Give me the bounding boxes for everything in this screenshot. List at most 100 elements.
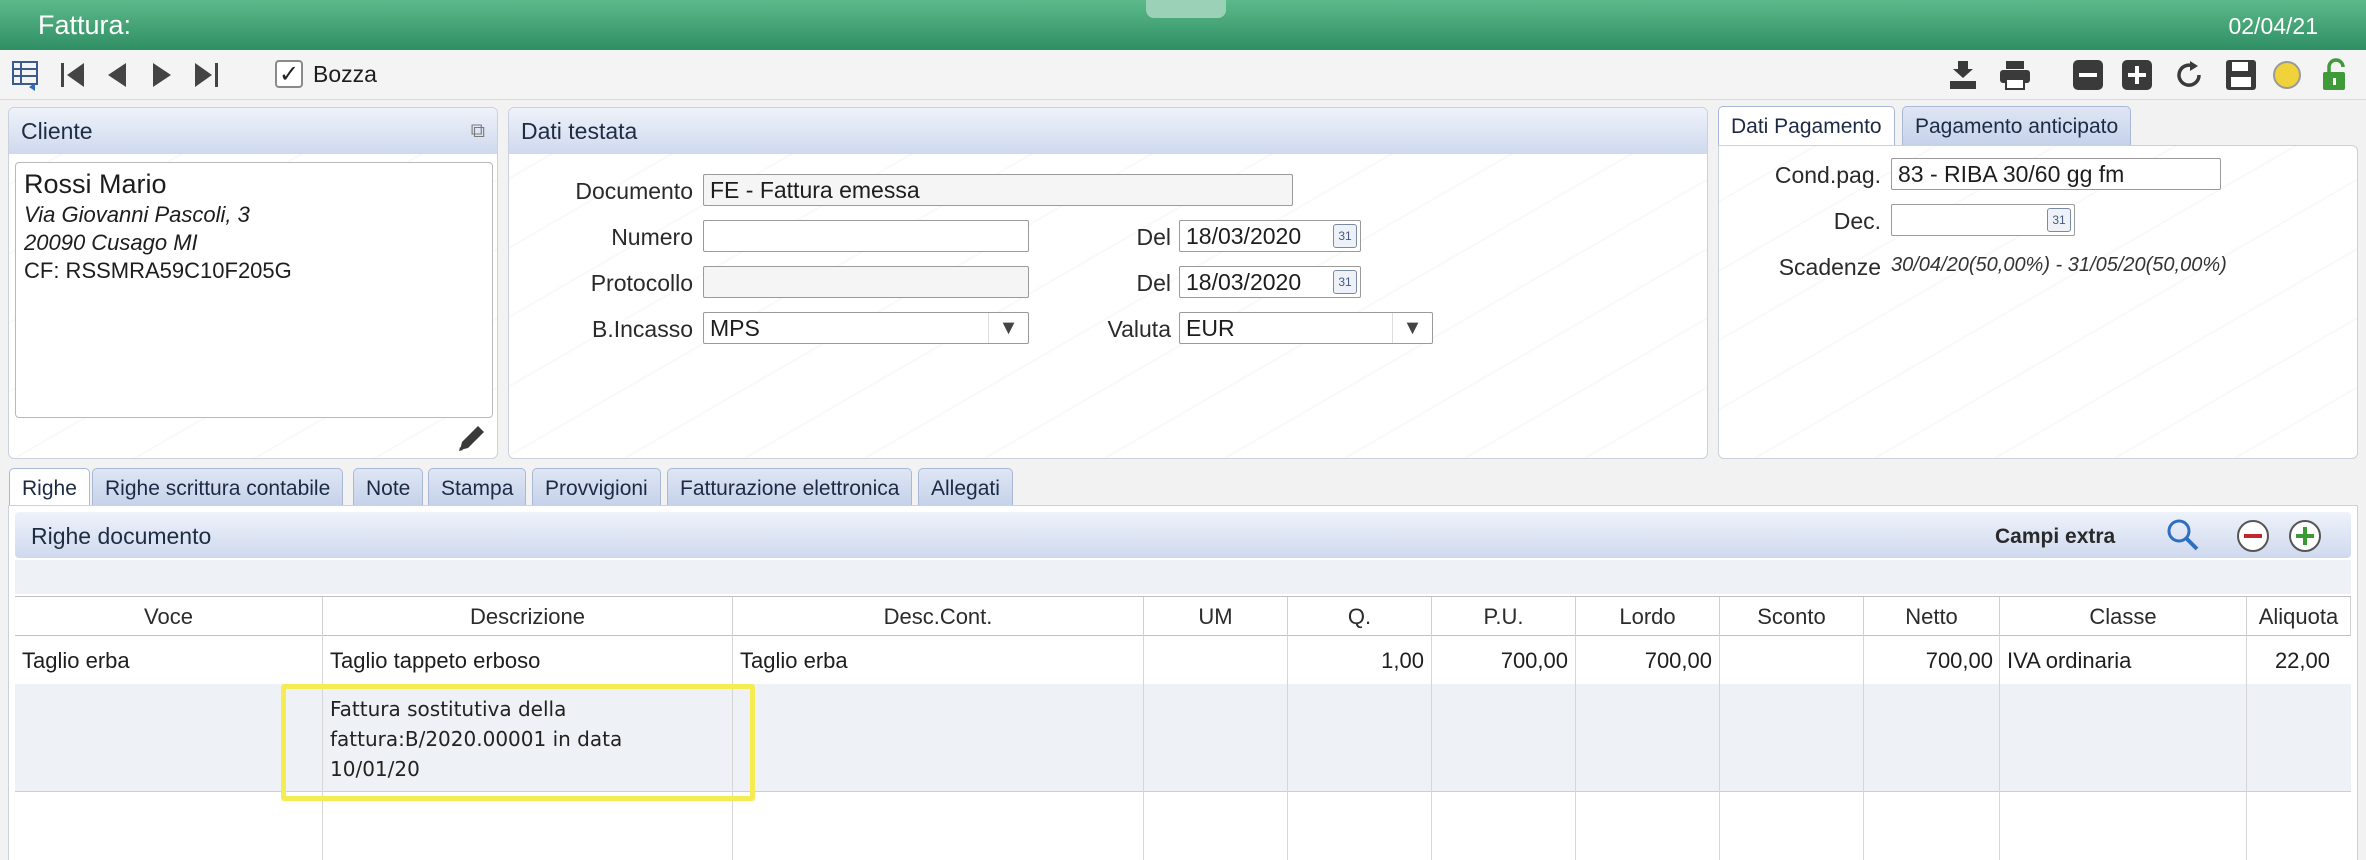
cond-pag-label: Cond.pag. <box>1774 162 1881 188</box>
first-record-icon[interactable] <box>54 56 92 94</box>
window-date: 02/04/21 <box>2228 13 2318 39</box>
tab-pagamento-anticipato[interactable]: Pagamento anticipato <box>1902 106 2132 146</box>
calendar-icon[interactable]: 31 <box>2047 208 2071 232</box>
protocollo-label: Protocollo <box>590 270 693 296</box>
numero-del-value: 18/03/2020 <box>1186 223 1302 249</box>
calendar-icon[interactable]: 31 <box>1333 224 1357 248</box>
tab-dati-pagamento[interactable]: Dati Pagamento <box>1718 106 1895 146</box>
edit-pencil-icon[interactable] <box>454 420 490 458</box>
col-um[interactable]: UM <box>1144 597 1288 637</box>
status-indicator-icon[interactable] <box>2268 56 2306 94</box>
incasso-select[interactable]: MPS ▼ <box>703 312 1029 344</box>
dati-testata-panel: Dati testata Documento FE - Fattura emes… <box>508 107 1708 459</box>
cliente-header: Cliente ⧉ <box>9 108 497 154</box>
col-desc-cont[interactable]: Desc.Cont. <box>733 597 1144 637</box>
tab-stampa[interactable]: Stampa <box>428 468 527 506</box>
numero-del-label: Del <box>1136 224 1171 250</box>
protocollo-field[interactable] <box>703 266 1029 298</box>
tab-allegati[interactable]: Allegati <box>918 468 1013 506</box>
cliente-address-line2: 20090 Cusago MI <box>24 230 198 255</box>
chevron-down-icon[interactable]: ▼ <box>1392 313 1432 343</box>
valuta-label: Valuta <box>1107 316 1171 342</box>
valuta-value: EUR <box>1186 315 1235 341</box>
next-record-icon[interactable] <box>143 56 181 94</box>
remove-row-icon[interactable] <box>2235 518 2271 559</box>
title-bar: Fattura: 02/04/21 <box>0 0 2366 50</box>
tab-note[interactable]: Note <box>353 468 424 506</box>
search-icon[interactable] <box>2165 517 2201 558</box>
dec-label: Dec. <box>1833 208 1881 234</box>
protocollo-del-date-field[interactable]: 18/03/2020 31 <box>1179 266 1361 298</box>
cell-aliquota: 22,00 <box>2274 648 2330 673</box>
numero-label: Numero <box>611 224 693 250</box>
col-prezzo-unitario[interactable]: P.U. <box>1432 597 1576 637</box>
col-aliquota[interactable]: Aliquota <box>2247 597 2351 637</box>
scadenze-label: Scadenze <box>1778 254 1881 280</box>
archive-download-icon[interactable] <box>1944 56 1982 94</box>
list-view-icon[interactable] <box>8 56 46 94</box>
link-icon[interactable]: ⧉ <box>471 120 485 143</box>
add-row-icon[interactable] <box>2287 518 2323 559</box>
tab-fatturazione-elettronica[interactable]: Fatturazione elettronica <box>667 468 913 506</box>
unlock-icon[interactable] <box>2316 56 2354 94</box>
documento-label: Documento <box>575 178 693 204</box>
valuta-select[interactable]: EUR ▼ <box>1179 312 1433 344</box>
scadenze-value: 30/04/20(50,00%) - 31/05/20(50,00%) <box>1891 254 2227 276</box>
tab-righe[interactable]: Righe <box>9 468 90 506</box>
documento-value: FE - Fattura emessa <box>710 177 920 203</box>
col-classe[interactable]: Classe <box>2000 597 2247 637</box>
add-record-icon[interactable] <box>2118 56 2156 94</box>
cliente-address-line1: Via Giovanni Pascoli, 3 <box>24 202 250 227</box>
print-icon[interactable] <box>1996 56 2034 94</box>
dati-testata-title: Dati testata <box>521 118 638 144</box>
documento-field[interactable]: FE - Fattura emessa <box>703 174 1293 206</box>
calendar-icon[interactable]: 31 <box>1333 270 1357 294</box>
save-icon[interactable] <box>2222 56 2260 94</box>
righe-header: Righe documento Campi extra <box>15 512 2351 558</box>
col-voce[interactable]: Voce <box>15 597 323 637</box>
campi-extra-link[interactable]: Campi extra <box>1995 525 2115 549</box>
tab-provvigioni[interactable]: Provvigioni <box>532 468 661 506</box>
cell-netto: 700,00 <box>1925 648 1993 673</box>
righe-title: Righe documento <box>31 523 212 549</box>
col-descrizione[interactable]: Descrizione <box>323 597 733 637</box>
col-netto[interactable]: Netto <box>1864 597 2000 637</box>
delete-record-icon[interactable] <box>2069 56 2107 94</box>
cliente-title: Cliente <box>21 118 93 144</box>
highlight-annotation-box <box>281 684 755 801</box>
window-grip-handle[interactable] <box>1146 0 1226 18</box>
refresh-icon[interactable] <box>2170 56 2208 94</box>
cell-lordo: 700,00 <box>1644 648 1712 673</box>
numero-del-date-field[interactable]: 18/03/2020 31 <box>1179 220 1361 252</box>
previous-record-icon[interactable] <box>98 56 136 94</box>
cliente-address-box[interactable]: Rossi Mario Via Giovanni Pascoli, 3 2009… <box>15 162 493 418</box>
protocollo-del-label: Del <box>1136 270 1171 296</box>
chevron-down-icon[interactable]: ▼ <box>988 313 1028 343</box>
cell-quantita: 1,00 <box>1381 648 1424 673</box>
draft-label: Bozza <box>313 60 377 87</box>
incasso-label: B.Incasso <box>592 316 693 342</box>
pagamento-panel: Cond.pag. 83 - RIBA 30/60 gg fm Dec. 31 … <box>1718 145 2358 459</box>
protocollo-del-value: 18/03/2020 <box>1186 269 1302 295</box>
cell-classe: IVA ordinaria <box>2007 648 2132 673</box>
toolbar: ✓ Bozza <box>0 50 2366 100</box>
dec-date-field[interactable]: 31 <box>1891 204 2075 236</box>
cell-desc-cont: Taglio erba <box>740 648 848 673</box>
righe-filter-bar <box>15 560 2351 594</box>
cond-pag-field[interactable]: 83 - RIBA 30/60 gg fm <box>1891 158 2221 190</box>
col-lordo[interactable]: Lordo <box>1576 597 1720 637</box>
draft-checkbox[interactable]: ✓ Bozza <box>275 60 377 88</box>
cell-descrizione: Taglio tappeto erboso <box>330 648 541 673</box>
cell-voce: Taglio erba <box>22 648 130 673</box>
col-sconto[interactable]: Sconto <box>1720 597 1864 637</box>
last-record-icon[interactable] <box>187 56 225 94</box>
checkmark-icon[interactable]: ✓ <box>275 60 303 88</box>
incasso-value: MPS <box>710 315 760 341</box>
tab-righe-scrittura-contabile[interactable]: Righe scrittura contabile <box>92 468 344 506</box>
cell-prezzo-unitario: 700,00 <box>1500 648 1568 673</box>
numero-field[interactable] <box>703 220 1029 252</box>
cliente-cf: CF: RSSMRA59C10F205G <box>24 258 292 283</box>
table-row-empty[interactable] <box>15 792 2351 860</box>
righe-table-header: Voce Descrizione Desc.Cont. UM Q. P.U. L… <box>15 596 2351 637</box>
col-quantita[interactable]: Q. <box>1288 597 1432 637</box>
